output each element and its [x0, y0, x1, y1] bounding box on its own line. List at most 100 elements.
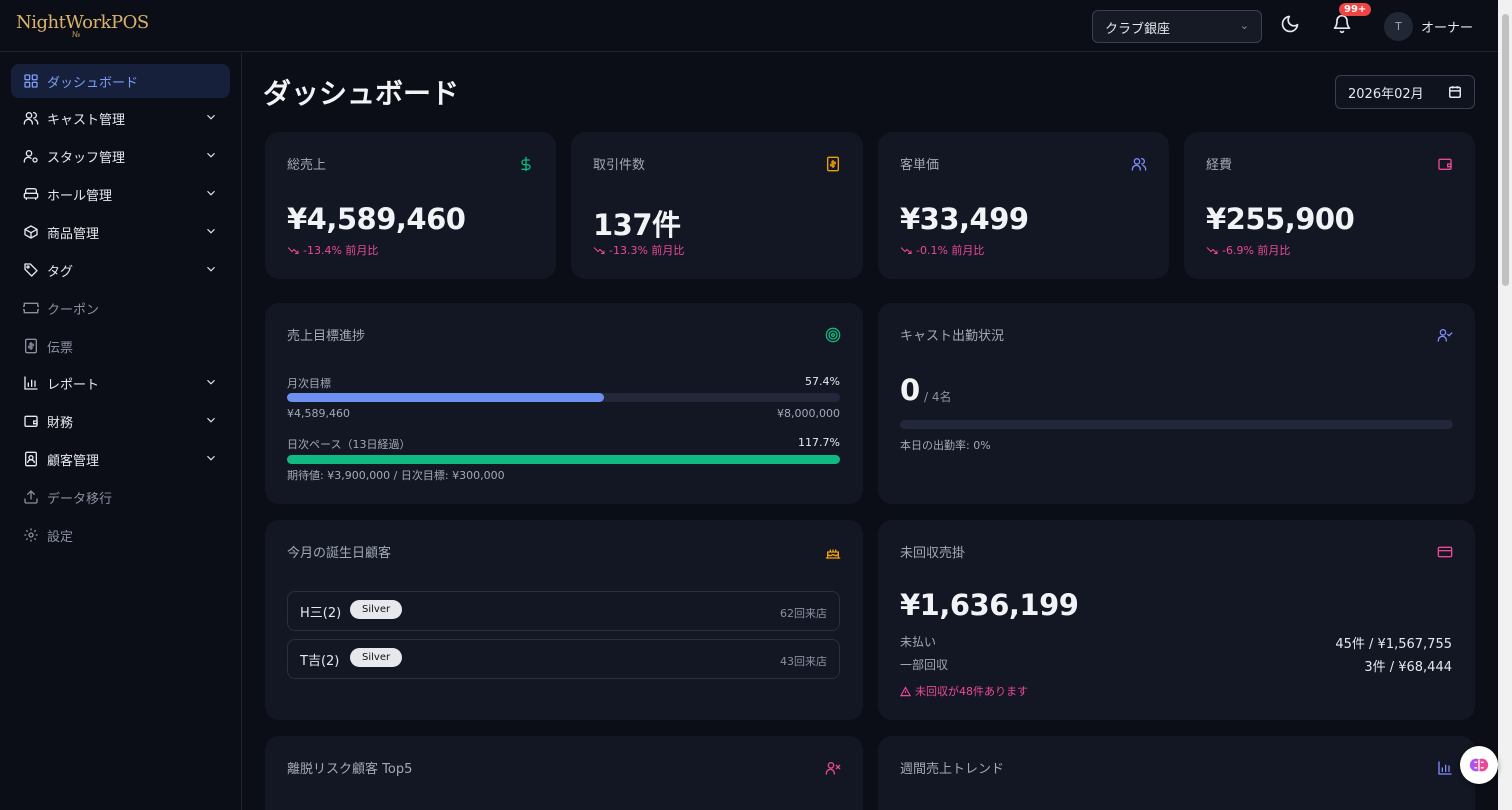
trending-down-icon	[593, 247, 605, 254]
attendance-bar	[900, 420, 1453, 429]
scrollbar-thumb[interactable]	[1502, 14, 1509, 286]
kpi-value: ¥255,900	[1206, 202, 1355, 236]
credit-card-icon	[1437, 546, 1453, 558]
partial-value: 3件 / ¥68,444	[1364, 660, 1452, 675]
users-icon	[1131, 158, 1147, 171]
sidebar-item-label: キャスト管理	[47, 112, 126, 128]
sidebar-item-finance[interactable]: 財務	[11, 404, 230, 438]
sidebar-item-label: 財務	[47, 415, 74, 431]
chevron-down-icon	[207, 152, 215, 158]
alert-triangle-icon	[900, 685, 911, 696]
sidebar-item-label: ダッシュボード	[47, 75, 139, 91]
bar-chart-icon	[1438, 761, 1452, 775]
receivables-card: 未回収売掛 ¥1,636,199 未払い 45件 / ¥1,567,755 一部…	[878, 520, 1475, 720]
trending-down-icon	[1206, 247, 1218, 254]
sidebar-item-tags[interactable]: タグ	[11, 253, 230, 287]
kpi-value: ¥4,589,460	[287, 202, 466, 236]
sidebar-item-cast[interactable]: キャスト管理	[11, 101, 230, 135]
tier-badge: Silver	[350, 600, 403, 619]
dashboard-grid-icon	[23, 73, 39, 89]
month-picker-value: 2026年02月	[1348, 87, 1424, 102]
card-title: キャスト出勤状況	[900, 329, 1005, 344]
sidebar-item-staff[interactable]: スタッフ管理	[11, 139, 230, 173]
kpi-title: 経費	[1206, 158, 1233, 173]
attendance-count: 0	[900, 373, 921, 407]
user-cog-icon	[23, 148, 39, 164]
sidebar-item-label: ホール管理	[47, 188, 113, 204]
monthly-current: ¥4,589,460	[287, 407, 350, 420]
sidebar-item-label: レポート	[47, 377, 100, 393]
card-title: 今月の誕生日顧客	[287, 546, 392, 561]
sidebar-item-coupons[interactable]: クーポン	[11, 291, 230, 325]
sidebar-item-data-migration[interactable]: データ移行	[11, 480, 230, 514]
logo-subtitle: №	[72, 30, 81, 39]
dollar-icon	[521, 156, 531, 172]
unpaid-value: 45件 / ¥1,567,755	[1335, 637, 1452, 652]
daily-pace-bar-fill	[287, 455, 840, 464]
kpi-change: -13.4% 前月比	[287, 242, 378, 258]
chevron-down-icon	[207, 379, 215, 385]
sidebar-item-label: データ移行	[47, 491, 113, 507]
card-title: 週間売上トレンド	[900, 762, 1005, 777]
sidebar-item-label: 商品管理	[47, 226, 100, 242]
card-title: 離脱リスク顧客 Top5	[287, 762, 413, 777]
top-bar: NightWorkPOS № クラブ銀座 ⌄ 99+ T オーナー	[0, 0, 1498, 52]
sidebar-item-customers[interactable]: 顧客管理	[11, 442, 230, 476]
cake-icon	[825, 549, 841, 559]
store-select[interactable]: クラブ銀座 ⌄	[1092, 10, 1262, 43]
sidebar-item-label: スタッフ管理	[47, 150, 126, 166]
list-item[interactable]: H三(2) Silver 62回来店	[287, 591, 840, 631]
card-title: 売上目標進捗	[287, 329, 366, 344]
sidebar-item-settings[interactable]: 設定	[11, 518, 230, 552]
calendar-icon[interactable]	[1448, 85, 1462, 99]
assistant-button[interactable]	[1460, 746, 1498, 784]
attendance-total: / 4名	[924, 390, 952, 404]
chevron-down-icon	[207, 417, 215, 423]
list-item[interactable]: T吉(2) Silver 43回来店	[287, 639, 840, 679]
partial-label: 一部回収	[900, 658, 949, 672]
kpi-value: ¥33,499	[900, 202, 1029, 236]
sidebar-item-reports[interactable]: レポート	[11, 366, 230, 400]
sales-goal-card: 売上目標進捗 月次目標 57.4% ¥4,589,460 ¥8,000,000 …	[265, 303, 863, 504]
notifications-button[interactable]	[1332, 14, 1356, 38]
notification-badge: 99+	[1339, 3, 1372, 16]
theme-toggle-button[interactable]	[1280, 14, 1304, 38]
chevron-down-icon	[207, 190, 215, 196]
sidebar-item-products[interactable]: 商品管理	[11, 215, 230, 249]
monthly-goal-bar	[287, 393, 840, 402]
daily-pace-label: 日次ペース（13日経過）	[287, 438, 411, 451]
sidebar-item-dashboard[interactable]: ダッシュボード	[11, 64, 230, 98]
monthly-goal-percent: 57.4%	[805, 375, 840, 388]
user-name[interactable]: オーナー	[1421, 17, 1473, 36]
chevron-down-icon	[207, 228, 215, 234]
chevron-down-icon	[207, 266, 215, 272]
wallet-icon	[1438, 158, 1452, 170]
daily-pace-note: 期待値: ¥3,900,000 / 日次目標: ¥300,000	[287, 469, 505, 482]
app-logo[interactable]: NightWorkPOS	[16, 12, 149, 33]
sidebar: ダッシュボード キャスト管理 スタッフ管理 ホール管理 商品管理 タグ クーポン…	[0, 53, 242, 810]
bar-chart-icon	[23, 375, 39, 391]
gear-icon	[23, 527, 39, 543]
trending-down-icon	[900, 247, 912, 254]
user-x-icon	[825, 762, 841, 775]
upload-icon	[23, 489, 39, 505]
receivables-warning: 未回収が48件あります	[900, 683, 1028, 699]
kpi-title: 取引件数	[593, 158, 646, 173]
sidebar-item-slips[interactable]: 伝票	[11, 329, 230, 363]
sidebar-item-hall[interactable]: ホール管理	[11, 177, 230, 211]
package-icon	[23, 224, 39, 240]
monthly-target: ¥8,000,000	[777, 407, 840, 420]
month-picker[interactable]: 2026年02月	[1335, 75, 1475, 109]
avatar[interactable]: T	[1384, 12, 1413, 41]
moon-icon	[1281, 15, 1299, 33]
churn-risk-card: 離脱リスク顧客 Top5	[265, 736, 863, 810]
cast-attendance-card: キャスト出勤状況 0 / 4名 本日の出勤率: 0%	[878, 303, 1475, 504]
birthday-customers-card: 今月の誕生日顧客 H三(2) Silver 62回来店 T吉(2) Silver…	[265, 520, 863, 720]
unpaid-label: 未払い	[900, 635, 937, 649]
user-check-icon	[1437, 329, 1453, 342]
daily-pace-bar	[287, 455, 840, 464]
sidebar-item-label: 設定	[47, 529, 74, 545]
kpi-value: 137件	[593, 208, 681, 242]
kpi-card-avg-spend: 客単価 ¥33,499 -0.1% 前月比	[878, 132, 1169, 279]
receivables-total: ¥1,636,199	[900, 588, 1079, 622]
